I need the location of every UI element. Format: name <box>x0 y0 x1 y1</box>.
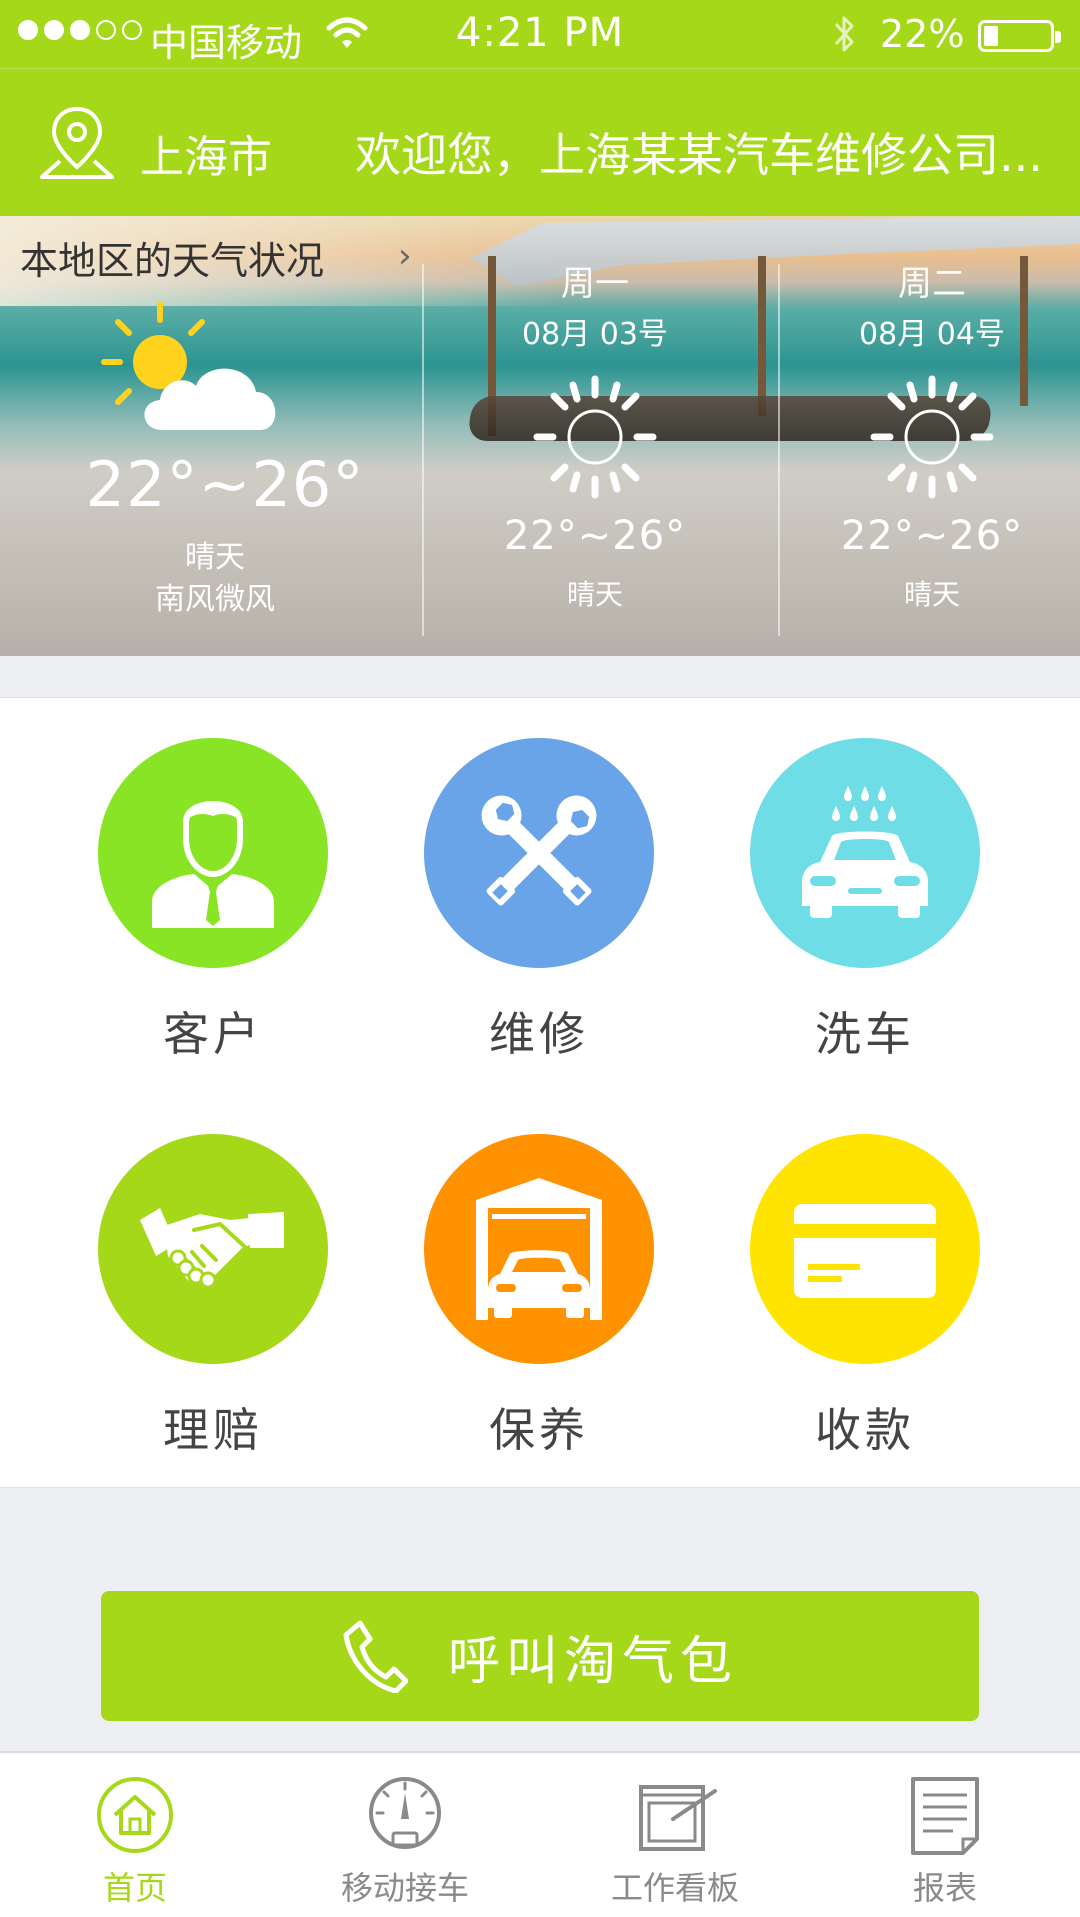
home-icon <box>97 1777 173 1853</box>
feature-grid: 客户 维修 洗车 理赔 保养 收款 <box>0 697 1080 1488</box>
forecast-day-2: 周二 08月 04号 22°~26° 晴天 <box>782 256 1080 613</box>
divider <box>778 264 780 636</box>
tab-bar: 首页 移动接车 工作看板 报表 <box>0 1751 1080 1917</box>
forecast-day-name: 周二 <box>898 264 966 304</box>
grid-item-label: 客户 <box>163 1007 263 1061</box>
tab-reports[interactable]: 报表 <box>810 1753 1080 1917</box>
tab-home[interactable]: 首页 <box>0 1753 270 1917</box>
grid-item-label: 理赔 <box>163 1403 263 1457</box>
customer-icon <box>152 801 274 928</box>
grid-item-repair[interactable]: 维修 <box>376 698 702 1061</box>
tab-label: 报表 <box>912 1869 977 1907</box>
grid-item-label: 维修 <box>489 1007 589 1061</box>
grid-item-label: 洗车 <box>815 1007 915 1061</box>
repair-circle[interactable] <box>424 738 654 968</box>
today-temperature: 22°~26° <box>85 448 365 521</box>
grid-item-maintenance[interactable]: 保养 <box>376 1094 702 1457</box>
garage-icon <box>476 1178 602 1320</box>
call-button-label: 呼叫淘气包 <box>447 1631 738 1692</box>
grid-item-payment[interactable]: 收款 <box>702 1094 1028 1457</box>
forecast-date: 08月 03号 <box>522 317 668 352</box>
sun-icon <box>533 375 657 499</box>
handshake-icon <box>140 1208 284 1289</box>
today-condition: 晴天 <box>185 540 245 575</box>
forecast-temperature: 22°~26° <box>503 513 687 559</box>
welcome-message: 欢迎您，上海某某汽车维修公司... <box>355 128 1043 182</box>
call-button[interactable]: 呼叫淘气包 <box>101 1591 979 1721</box>
forecast-date: 08月 04号 <box>859 317 1005 352</box>
sun-cloud-icon <box>101 301 276 430</box>
card-icon <box>794 1204 936 1298</box>
battery-percent: 22% <box>880 12 965 56</box>
grid-item-customer[interactable]: 客户 <box>50 698 376 1061</box>
payment-circle[interactable] <box>750 1134 980 1364</box>
tab-work-board[interactable]: 工作看板 <box>540 1753 810 1917</box>
tab-label: 首页 <box>102 1869 167 1907</box>
tab-label: 移动接车 <box>340 1869 469 1907</box>
map-pin-icon[interactable] <box>38 103 116 183</box>
city-selector[interactable]: 上海市 <box>140 121 272 185</box>
battery-icon <box>978 20 1061 52</box>
chevron-right-icon[interactable]: › <box>398 236 412 276</box>
weather-title: 本地区的天气状况 <box>20 239 325 283</box>
car-wash-circle[interactable] <box>750 738 980 968</box>
wrench-icon <box>481 795 597 906</box>
bluetooth-icon <box>834 16 854 52</box>
speedometer-icon <box>369 1777 441 1849</box>
divider <box>422 264 424 636</box>
app-header: 上海市 欢迎您，上海某某汽车维修公司... <box>0 68 1080 216</box>
forecast-temperature: 22°~26° <box>840 513 1024 559</box>
customer-circle[interactable] <box>98 738 328 968</box>
forecast-condition: 晴天 <box>566 578 623 611</box>
grid-item-car-wash[interactable]: 洗车 <box>702 698 1028 1061</box>
tab-mobile-pickup[interactable]: 移动接车 <box>270 1753 540 1917</box>
battery-level <box>984 26 999 46</box>
today-wind: 南风微风 <box>155 582 275 617</box>
forecast-day-name: 周一 <box>561 264 629 304</box>
report-icon <box>911 1777 979 1855</box>
car-wash-icon <box>802 786 928 918</box>
forecast-day-1: 周一 08月 03号 22°~26° 晴天 <box>445 256 745 613</box>
maintenance-circle[interactable] <box>424 1134 654 1364</box>
grid-item-label: 收款 <box>815 1403 915 1457</box>
claims-circle[interactable] <box>98 1134 328 1364</box>
tab-label: 工作看板 <box>610 1869 739 1907</box>
grid-item-claims[interactable]: 理赔 <box>50 1094 376 1457</box>
weather-panel[interactable]: 本地区的天气状况 › 22°~26° 晴天 南风微风 周一 08月 03号 22… <box>0 216 1080 656</box>
grid-item-label: 保养 <box>489 1403 589 1457</box>
sun-icon <box>870 375 994 499</box>
phone-icon <box>343 1620 408 1693</box>
forecast-condition: 晴天 <box>903 578 960 611</box>
status-bar: 中国移动 4:21 PM 22% <box>0 0 1080 68</box>
board-icon <box>639 1785 717 1851</box>
